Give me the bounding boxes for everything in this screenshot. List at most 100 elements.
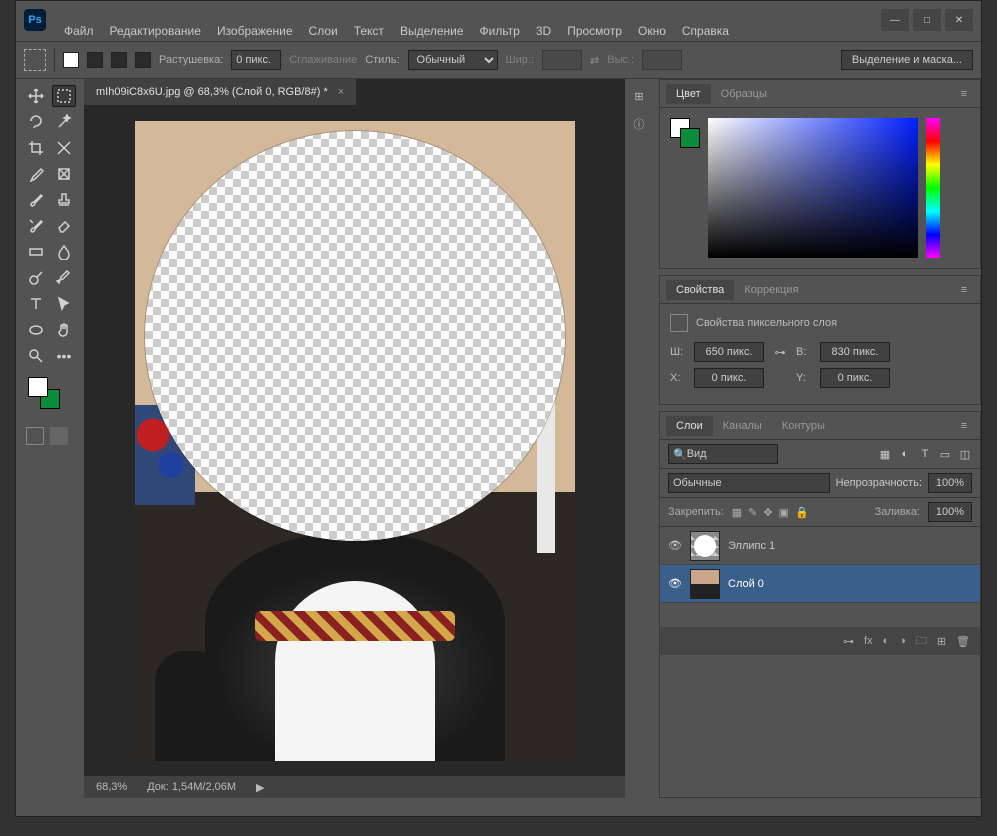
blur-tool[interactable] xyxy=(52,241,76,263)
tab-swatches[interactable]: Образцы xyxy=(711,84,777,104)
intersect-selection-icon[interactable] xyxy=(135,52,151,68)
eyedropper-tool[interactable] xyxy=(24,163,48,185)
delete-layer-icon[interactable]: 🗑 xyxy=(956,635,970,648)
y-input[interactable] xyxy=(820,368,890,388)
layer-thumb[interactable] xyxy=(690,531,720,561)
lock-pos-icon[interactable]: ✥ xyxy=(763,506,772,519)
new-layer-icon[interactable]: ⊞ xyxy=(937,635,946,648)
dock-ruler-icon[interactable]: ⊞ xyxy=(630,87,648,105)
group-icon[interactable]: 🗀 xyxy=(916,632,927,651)
link-wh-icon[interactable]: ⊶ xyxy=(770,346,790,359)
gradient-tool[interactable] xyxy=(24,241,48,263)
filter-pixel-icon[interactable]: ▦ xyxy=(878,448,892,461)
tab-layers[interactable]: Слои xyxy=(666,416,713,436)
pen-tool[interactable] xyxy=(52,267,76,289)
menu-select[interactable]: Выделение xyxy=(392,24,472,38)
menu-layer[interactable]: Слои xyxy=(301,24,346,38)
slice-tool[interactable] xyxy=(52,137,76,159)
color-field[interactable] xyxy=(708,118,918,258)
filter-type-icon[interactable]: T xyxy=(918,448,932,461)
menu-view[interactable]: Просмотр xyxy=(559,24,630,38)
close-tab-icon[interactable]: × xyxy=(338,86,344,98)
new-selection-icon[interactable] xyxy=(63,52,79,68)
menu-3d[interactable]: 3D xyxy=(528,24,559,38)
menu-filter[interactable]: Фильтр xyxy=(472,24,528,38)
menu-window[interactable]: Окно xyxy=(630,24,674,38)
lasso-tool[interactable] xyxy=(24,111,48,133)
opacity-input[interactable] xyxy=(928,473,972,493)
fx-icon[interactable]: fx xyxy=(864,635,873,647)
move-tool[interactable] xyxy=(24,85,48,107)
path-select-tool[interactable] xyxy=(52,293,76,315)
maximize-button[interactable]: □ xyxy=(913,9,941,31)
fill-input[interactable] xyxy=(928,502,972,522)
lock-trans-icon[interactable]: ▦ xyxy=(732,506,742,519)
layer-name[interactable]: Эллипс 1 xyxy=(728,540,775,552)
tab-adjustments[interactable]: Коррекция xyxy=(734,280,808,300)
w-input[interactable] xyxy=(694,342,764,362)
history-brush-tool[interactable] xyxy=(24,215,48,237)
marquee-tool[interactable] xyxy=(52,85,76,107)
crop-tool[interactable] xyxy=(24,137,48,159)
blend-mode-select[interactable]: Обычные xyxy=(668,473,830,493)
statusbar-arrow-icon[interactable]: ▶ xyxy=(256,781,264,794)
mask-icon[interactable]: ◐ xyxy=(883,635,890,647)
panel-menu-icon[interactable]: ≡ xyxy=(955,284,974,296)
zoom-level[interactable]: 68,3% xyxy=(96,781,127,793)
panel-menu-icon[interactable]: ≡ xyxy=(955,420,974,432)
subtract-selection-icon[interactable] xyxy=(111,52,127,68)
layer-item-ellipse[interactable]: 👁 Эллипс 1 xyxy=(660,527,980,565)
filter-adjust-icon[interactable]: ◐ xyxy=(898,448,912,461)
minimize-button[interactable]: — xyxy=(881,9,909,31)
wand-tool[interactable] xyxy=(52,111,76,133)
menu-file[interactable]: Файл xyxy=(56,24,102,38)
dodge-tool[interactable] xyxy=(24,267,48,289)
visibility-icon[interactable]: 👁 xyxy=(668,539,682,552)
x-input[interactable] xyxy=(694,368,764,388)
link-layers-icon[interactable]: ⊶ xyxy=(843,635,854,648)
h-input[interactable] xyxy=(820,342,890,362)
type-tool[interactable] xyxy=(24,293,48,315)
layer-name[interactable]: Слой 0 xyxy=(728,578,764,590)
color-swatches[interactable] xyxy=(28,377,60,409)
quickmask-icon[interactable] xyxy=(26,427,44,445)
eraser-tool[interactable] xyxy=(52,215,76,237)
foreground-swatch[interactable] xyxy=(28,377,48,397)
menu-image[interactable]: Изображение xyxy=(209,24,301,38)
feather-input[interactable] xyxy=(231,50,281,70)
hand-tool[interactable] xyxy=(52,319,76,341)
select-and-mask-button[interactable]: Выделение и маска... xyxy=(841,50,973,70)
stamp-tool[interactable] xyxy=(52,189,76,211)
zoom-tool[interactable] xyxy=(24,345,48,367)
menu-help[interactable]: Справка xyxy=(674,24,737,38)
document-tab[interactable]: mIh09iC8x6U.jpg @ 68,3% (Слой 0, RGB/8#)… xyxy=(84,79,356,105)
layer-thumb[interactable] xyxy=(690,569,720,599)
canvas[interactable] xyxy=(135,121,575,761)
screenmode-icon[interactable] xyxy=(50,427,68,445)
menu-edit[interactable]: Редактирование xyxy=(102,24,209,38)
adjustment-icon[interactable]: ◑ xyxy=(899,635,906,647)
tab-channels[interactable]: Каналы xyxy=(713,416,772,436)
brush-tool[interactable] xyxy=(24,189,48,211)
lock-all-icon[interactable]: 🔒 xyxy=(795,506,809,519)
layer-kind-select[interactable]: 🔍 Вид xyxy=(668,444,778,464)
tab-properties[interactable]: Свойства xyxy=(666,280,734,300)
lock-artboard-icon[interactable]: ▣ xyxy=(779,506,789,519)
panel-menu-icon[interactable]: ≡ xyxy=(955,88,974,100)
panel-color-swatches[interactable] xyxy=(670,118,700,148)
lock-paint-icon[interactable]: ✎ xyxy=(748,506,757,519)
ellipse-tool[interactable] xyxy=(24,319,48,341)
tab-paths[interactable]: Контуры xyxy=(772,416,835,436)
layer-item-background[interactable]: 👁 Слой 0 xyxy=(660,565,980,603)
filter-smart-icon[interactable]: ◫ xyxy=(958,448,972,461)
filter-shape-icon[interactable]: ▭ xyxy=(938,448,952,461)
add-selection-icon[interactable] xyxy=(87,52,103,68)
hue-slider[interactable] xyxy=(926,118,940,258)
more-tools[interactable]: ••• xyxy=(52,345,76,367)
dock-info-icon[interactable]: ⓘ xyxy=(630,115,648,133)
patch-tool[interactable] xyxy=(52,163,76,185)
marquee-preview-icon[interactable] xyxy=(24,49,46,71)
menu-type[interactable]: Текст xyxy=(346,24,392,38)
close-button[interactable]: ✕ xyxy=(945,9,973,31)
tab-color[interactable]: Цвет xyxy=(666,84,711,104)
